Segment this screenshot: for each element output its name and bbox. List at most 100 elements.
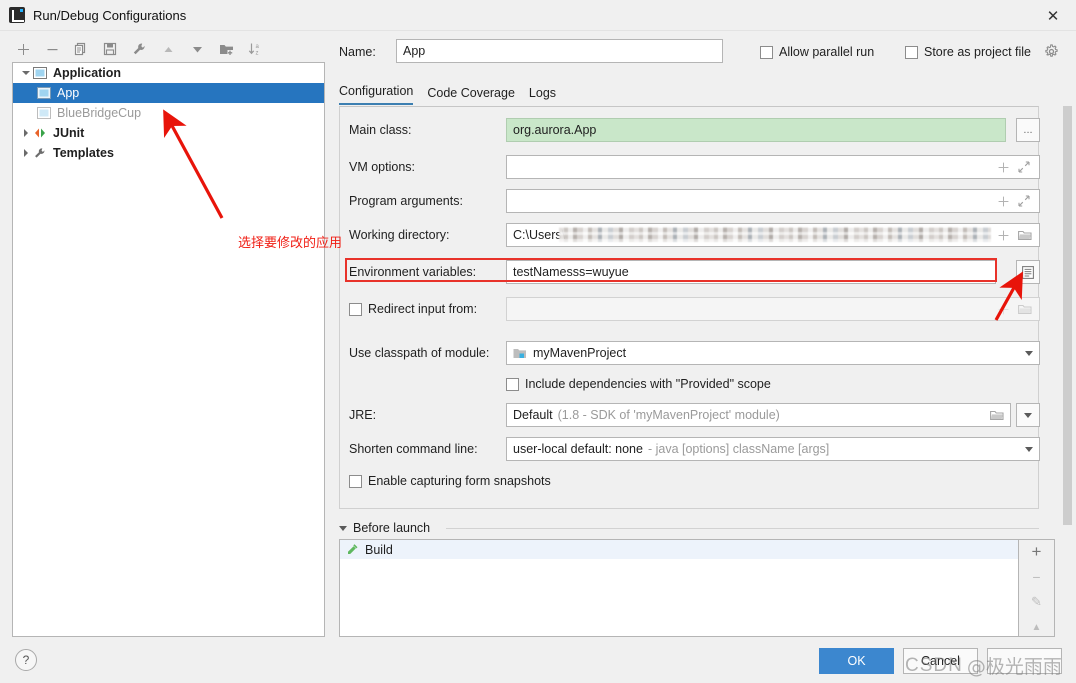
redacted-path-region [559, 227, 991, 242]
chevron-down-icon[interactable] [1025, 446, 1033, 452]
vm-options-row: VM options: [340, 155, 1040, 181]
name-input[interactable]: App [396, 39, 723, 63]
wrench-icon[interactable] [126, 37, 152, 61]
chevron-right-icon[interactable] [19, 146, 33, 160]
before-launch-header[interactable]: Before launch [339, 521, 430, 535]
application-icon [37, 86, 52, 100]
shorten-command-line-hint: - java [options] className [args] [647, 442, 830, 456]
chevron-down-icon[interactable] [339, 525, 347, 531]
use-classpath-dropdown[interactable]: myMavenProject [506, 341, 1040, 365]
remove-configuration-button[interactable] [39, 37, 65, 61]
before-launch-task-list[interactable]: Build [339, 539, 1019, 637]
help-button[interactable]: ? [15, 649, 37, 671]
apply-button[interactable] [987, 648, 1062, 674]
add-configuration-button[interactable] [10, 37, 36, 61]
enable-snapshots-label: Enable capturing form snapshots [368, 474, 551, 488]
include-dependencies-row: Include dependencies with "Provided" sco… [340, 372, 1040, 398]
allow-parallel-run-checkbox[interactable]: Allow parallel run [760, 45, 874, 59]
insert-macro-icon[interactable] [995, 159, 1011, 175]
tab-logs[interactable]: Logs [529, 86, 556, 105]
checkbox-box[interactable] [506, 377, 519, 391]
environment-variables-row: Environment variables: testNamesss=wuyue [340, 260, 1040, 286]
jre-value: Default [513, 408, 553, 422]
chevron-down-icon [1024, 412, 1032, 418]
enable-snapshots-row: Enable capturing form snapshots [340, 469, 1040, 495]
jre-dropdown[interactable]: Default (1.8 - SDK of 'myMavenProject' m… [506, 403, 1011, 427]
before-launch-title: Before launch [353, 521, 431, 535]
tree-node-label: JUnit [53, 126, 85, 140]
tree-node-label: Application [53, 66, 122, 80]
tree-node-templates[interactable]: Templates [13, 143, 324, 163]
tree-node-label: App [57, 86, 80, 100]
tab-code-coverage[interactable]: Code Coverage [427, 86, 515, 105]
add-task-button[interactable]: + [1019, 542, 1054, 561]
vm-options-label: VM options: [349, 160, 416, 174]
jre-row: JRE: Default (1.8 - SDK of 'myMavenProje… [340, 403, 1040, 429]
svg-text:z: z [255, 51, 258, 57]
vm-options-input[interactable] [506, 155, 1040, 179]
junit-icon [33, 126, 48, 140]
checkbox-box[interactable] [760, 45, 773, 59]
chevron-down-icon[interactable] [1025, 350, 1033, 356]
sort-az-icon[interactable]: a z [242, 37, 268, 61]
main-class-browse-button[interactable]: ... [1016, 118, 1040, 142]
folder-add-icon[interactable] [213, 37, 239, 61]
wrench-icon [33, 146, 48, 160]
working-directory-input[interactable]: C:\Users\ [506, 223, 1040, 247]
folder-browse-icon[interactable] [1016, 227, 1034, 243]
edit-task-button[interactable]: ✎ [1019, 594, 1054, 610]
before-launch-side-toolbar: + − ✎ ▲ [1019, 539, 1055, 637]
cancel-button[interactable]: Cancel [903, 648, 978, 674]
tree-node-application[interactable]: Application [13, 63, 324, 83]
chevron-down-icon[interactable] [19, 66, 33, 80]
checkbox-box[interactable] [905, 45, 918, 59]
environment-variables-input[interactable]: testNamesss=wuyue [506, 260, 996, 284]
configurations-tree[interactable]: Application App BlueBridgeCup JUnit Temp… [12, 62, 325, 637]
tree-node-app[interactable]: App [13, 83, 324, 103]
configurations-toolbar: a z [10, 36, 320, 62]
before-launch-task-build[interactable]: Build [340, 540, 1018, 559]
config-tabs: Configuration Code Coverage Logs [339, 80, 1039, 105]
folder-browse-icon[interactable] [990, 409, 1004, 421]
insert-macro-icon[interactable] [995, 193, 1011, 209]
triangle-up-icon[interactable] [155, 37, 181, 61]
tree-node-junit[interactable]: JUnit [13, 123, 324, 143]
redirect-input-checkbox[interactable]: Redirect input from: [349, 302, 477, 316]
use-classpath-value: myMavenProject [533, 346, 627, 360]
ok-button[interactable]: OK [819, 648, 894, 674]
include-dependencies-checkbox[interactable]: Include dependencies with "Provided" sco… [506, 377, 771, 391]
scrollbar-thumb[interactable] [1063, 106, 1072, 525]
program-arguments-input[interactable] [506, 189, 1040, 213]
store-as-project-file-checkbox[interactable]: Store as project file [905, 45, 1031, 59]
environment-variables-editor-button[interactable] [1016, 260, 1040, 284]
build-hammer-icon [346, 543, 359, 556]
triangle-down-icon[interactable] [184, 37, 210, 61]
window-title: Run/Debug Configurations [33, 7, 187, 23]
redirect-input-field[interactable] [506, 297, 1040, 321]
close-icon[interactable]: ✕ [1030, 0, 1076, 31]
folder-browse-icon[interactable] [1016, 301, 1034, 317]
copy-icon[interactable] [68, 37, 94, 61]
svg-text:a: a [255, 44, 259, 50]
use-classpath-row: Use classpath of module: myMavenProject [340, 341, 1040, 367]
move-task-up-button[interactable]: ▲ [1019, 619, 1054, 635]
save-icon[interactable] [97, 37, 123, 61]
shorten-command-line-dropdown[interactable]: user-local default: none - java [options… [506, 437, 1040, 461]
chevron-right-icon[interactable] [19, 126, 33, 140]
expand-editor-icon[interactable] [1016, 159, 1032, 175]
expand-editor-icon[interactable] [1016, 193, 1032, 209]
checkbox-box[interactable] [349, 474, 362, 488]
tree-node-label: Templates [53, 146, 114, 160]
insert-macro-icon[interactable] [995, 227, 1011, 243]
main-class-input[interactable]: org.aurora.App [506, 118, 1006, 142]
gear-icon[interactable] [1044, 44, 1059, 59]
checkbox-box[interactable] [349, 302, 362, 316]
tree-node-bluebridgecup[interactable]: BlueBridgeCup [13, 103, 324, 123]
vertical-scrollbar[interactable] [1061, 106, 1074, 637]
enable-snapshots-checkbox[interactable]: Enable capturing form snapshots [349, 474, 551, 488]
allow-parallel-run-label: Allow parallel run [779, 45, 875, 59]
remove-task-button[interactable]: − [1019, 569, 1054, 585]
environment-variables-label: Environment variables: [349, 265, 477, 279]
tab-configuration[interactable]: Configuration [339, 84, 414, 105]
jre-dropdown-arrow[interactable] [1016, 403, 1040, 427]
